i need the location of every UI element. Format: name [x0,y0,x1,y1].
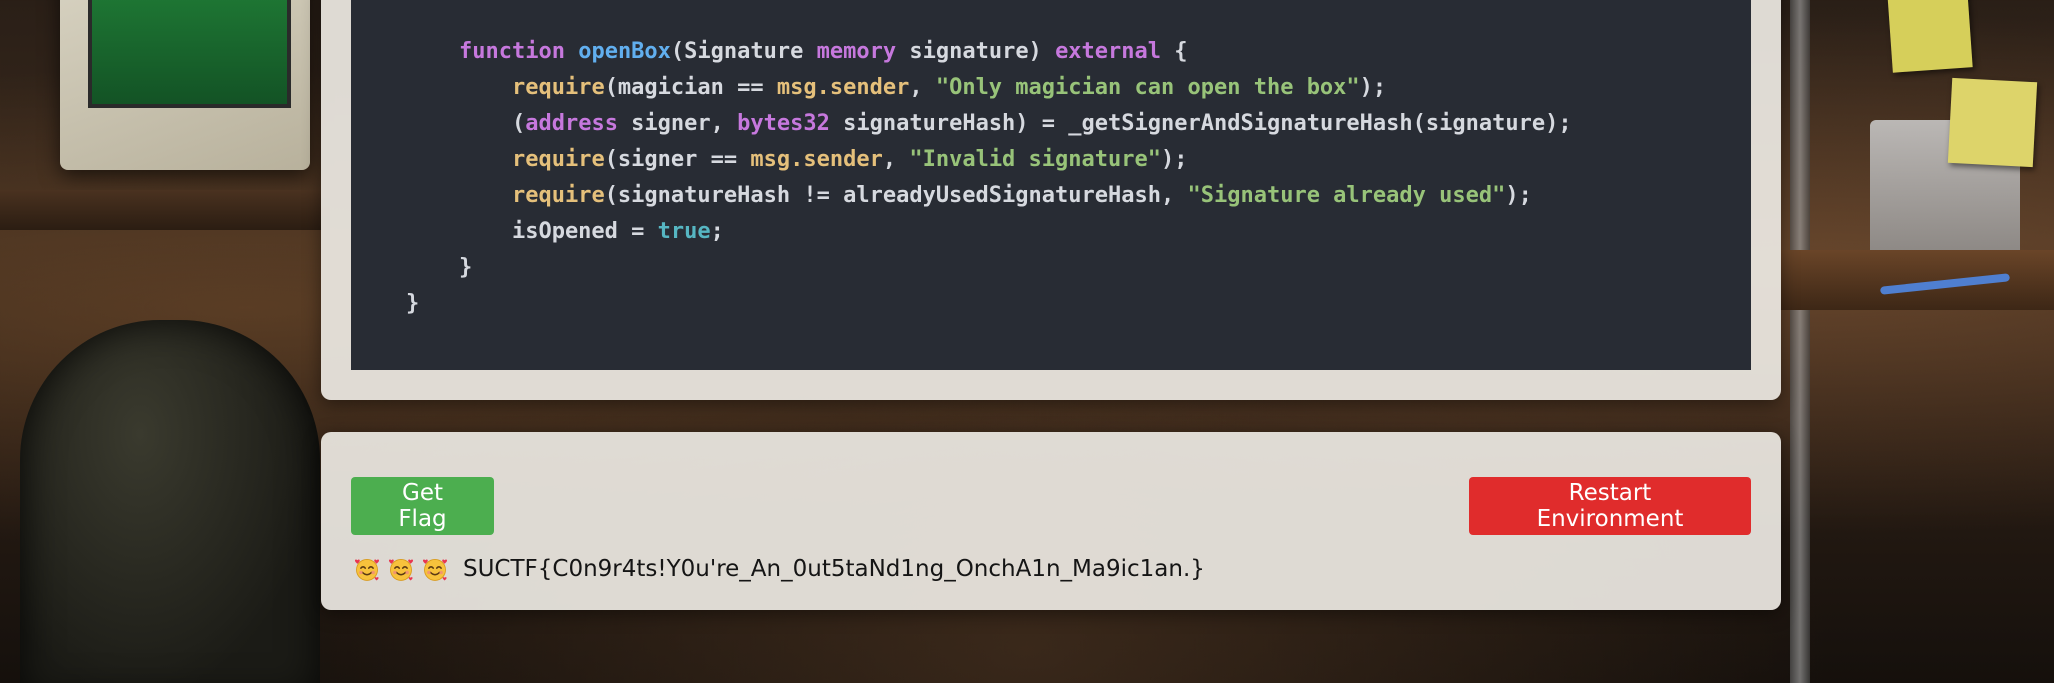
code-token: ; [710,219,724,244]
crt-monitor-screen [88,0,291,108]
pen [1879,273,2011,295]
code-token: ( [406,111,526,136]
smiling-face-with-hearts-icon [421,555,449,583]
get-flag-button[interactable]: Get Flag [351,477,494,535]
code-token: (Signature [670,39,817,64]
code-token: (magician == [604,75,777,100]
code-line: isOpened = true; [406,214,1751,250]
code-line: } [406,250,1751,286]
code-token: address [525,111,618,136]
code-token: ); [1161,147,1188,172]
code-token: true [657,219,711,244]
code-line: require(signatureHash != alreadyUsedSign… [406,178,1751,214]
code-token: "Signature already used" [1187,183,1506,208]
code-token: (signatureHash != alreadyUsedSignatureHa… [604,183,1188,208]
code-token: bytes32 [737,111,830,136]
sticky-note [1887,0,1973,73]
code-line: require(magician == msg.sender, "Only ma… [406,70,1751,106]
smiling-face-with-hearts-icon [353,555,381,583]
code-token: (signer == [604,147,751,172]
code-token: require [511,147,605,172]
code-token: require [511,75,605,100]
code-line: function openBox(Signature memory signat… [406,34,1751,70]
code-token: ); [1359,75,1387,100]
flag-text: SUCTF{C0n9r4ts!Y0u're_An_0ut5taNd1ng_Onc… [463,556,1205,582]
code-token: memory [816,39,897,64]
code-token: require [511,183,605,208]
code-token: ); [1505,183,1532,208]
code-line: } [406,286,1751,322]
sticky-note [1947,77,2038,168]
code-token: external [1055,39,1162,64]
code-line: require(signer == msg.sender, "Invalid s… [406,142,1751,178]
code-token: } [406,255,473,280]
pipe [1790,0,1810,683]
desk-left [0,190,330,230]
code-block: function openBox(Signature memory signat… [351,0,1751,370]
flag-result: SUCTF{C0n9r4ts!Y0u're_An_0ut5taNd1ng_Onc… [353,549,1205,589]
printer [1870,120,2020,270]
code-token: "Only magician can open the box" [935,75,1360,100]
code-token: { [1161,39,1188,64]
contract-code-card: function openBox(Signature memory signat… [321,0,1781,400]
crt-monitor [60,0,310,170]
code-token: signatureHash) = _getSignerAndSignatureH… [829,111,1572,136]
code-token: "Invalid signature" [909,147,1162,172]
code-token: msg.sender [750,147,883,172]
code-token: , [909,75,936,100]
code-token: isOpened = [406,219,658,244]
code-line: (address signer, bytes32 signatureHash) … [406,106,1751,142]
action-card: Get Flag Restart Environment SUCTF{C0n9r… [321,432,1781,610]
code-token: msg.sender [776,75,910,100]
restart-environment-button[interactable]: Restart Environment [1469,477,1751,535]
code-token: signer, [617,111,738,136]
code-token: function [458,39,565,64]
code-token: } [406,291,420,316]
code-token: openBox [578,39,671,64]
chair [20,320,320,683]
code-token: signature) [896,39,1056,64]
code-token: , [882,147,910,172]
desk-right [1780,250,2054,310]
smiling-face-with-hearts-icon [387,555,415,583]
